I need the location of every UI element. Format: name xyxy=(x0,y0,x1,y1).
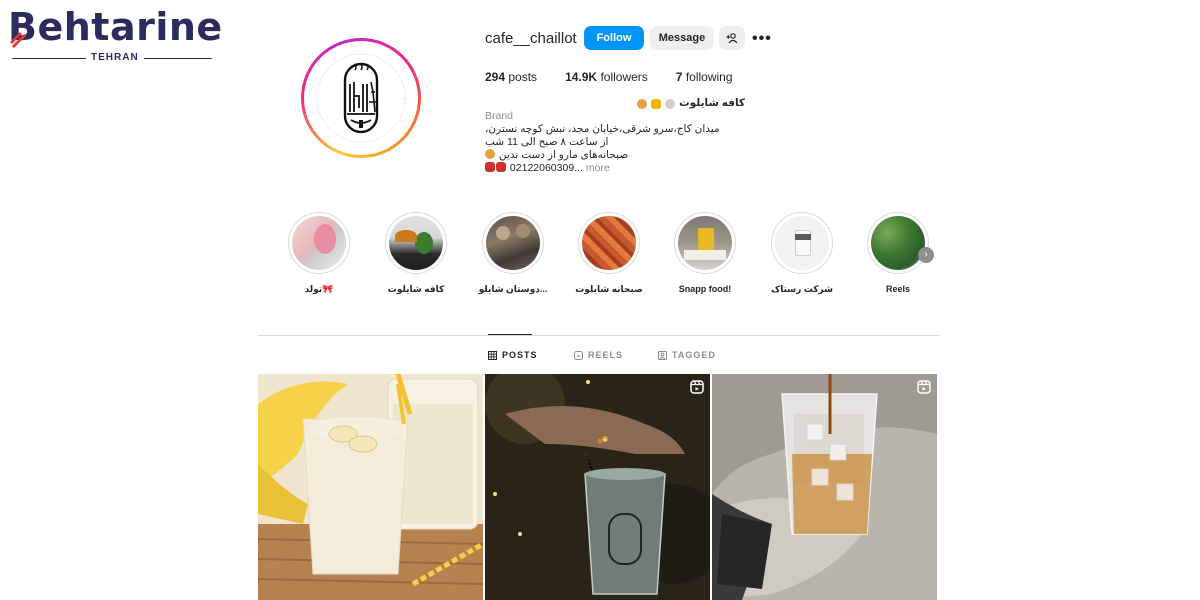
phone-icon xyxy=(496,162,506,172)
highlight-label: صبحانه شایلوت xyxy=(575,284,643,294)
profile-avatar[interactable] xyxy=(301,38,421,158)
highlight-item[interactable]: Snapp food! xyxy=(665,212,745,294)
add-person-button[interactable] xyxy=(719,26,745,50)
highlight-label: Reels xyxy=(885,284,911,294)
highlight-cover xyxy=(775,216,829,270)
bio-category: Brand xyxy=(485,110,514,122)
add-person-icon xyxy=(726,33,738,44)
followers-count[interactable]: 14.9K followers xyxy=(565,70,648,84)
posts-count[interactable]: 294 posts xyxy=(485,70,537,84)
profile-bio: کافه شایلوت Brand میدان کاج،سرو شرقی،خیا… xyxy=(485,97,745,175)
tagged-icon xyxy=(658,350,667,360)
bio-phone-row: 02122060309... more xyxy=(485,162,745,175)
highlight-item[interactable]: کافه شایلوت xyxy=(376,212,456,295)
post-thumbnail[interactable] xyxy=(258,374,483,600)
tabs-divider xyxy=(258,335,940,336)
highlight-cover xyxy=(292,216,346,270)
bio-name: کافه شایلوت xyxy=(679,97,745,109)
tab-posts[interactable]: POSTS xyxy=(488,350,538,360)
reels-icon xyxy=(574,350,583,360)
profile-stats: 294 posts 14.9K followers 7 following xyxy=(485,70,733,84)
watermark-brand: Behtarine xyxy=(8,5,223,49)
highlights-next-button[interactable]: › xyxy=(918,247,934,263)
tab-reels[interactable]: REELS xyxy=(574,350,623,360)
highlight-item[interactable]: تولد🎀 xyxy=(279,212,359,295)
coffee-icon xyxy=(665,98,676,109)
burger-icon xyxy=(637,98,648,109)
highlight-label: دوستان شایلو... xyxy=(478,284,548,294)
more-options-icon[interactable]: ••• xyxy=(752,30,772,48)
bio-name-row: کافه شایلوت xyxy=(485,97,745,110)
highlight-cover xyxy=(389,216,443,270)
follow-button[interactable]: Follow xyxy=(584,26,644,50)
watermark-city: TEHRAN xyxy=(86,52,144,63)
bio-address: میدان کاج،سرو شرقی،خیابان مجد، نبش کوچه … xyxy=(485,123,720,135)
cafe-logo-icon xyxy=(309,46,413,150)
highlight-item[interactable]: دوستان شایلو... xyxy=(473,212,553,295)
highlight-item[interactable]: صبحانه شایلوت xyxy=(569,212,649,295)
iced-coffee-image xyxy=(712,374,937,600)
bio-breakfast-row: صبحانه‌های مارو از دست ندین xyxy=(485,149,745,162)
active-tab-indicator xyxy=(488,334,532,335)
iced-drink-image xyxy=(485,374,710,600)
burger-icon xyxy=(485,149,495,159)
banana-smoothie-image xyxy=(258,374,483,600)
reel-indicator-icon xyxy=(917,380,931,394)
message-button[interactable]: Message xyxy=(650,26,714,50)
bio-hours: از ساعت ۸ صبح الی 11 شب xyxy=(485,136,609,148)
highlight-cover xyxy=(678,216,732,270)
watermark-logo: Behtarine TEHRAN xyxy=(8,6,222,63)
highlight-label: Snapp food! xyxy=(678,284,732,294)
profile-username: cafe__chaillot xyxy=(485,30,577,47)
post-thumbnail[interactable] xyxy=(485,374,710,600)
bio-more-link[interactable]: more xyxy=(586,162,610,174)
flag-stripes-icon xyxy=(10,32,26,48)
trophy-icon xyxy=(651,98,662,109)
bio-breakfast: صبحانه‌های مارو از دست ندین xyxy=(498,149,629,161)
highlight-label: کافه شایلوت xyxy=(387,284,445,294)
following-count[interactable]: 7 following xyxy=(676,70,733,84)
phone-icon xyxy=(485,162,495,172)
post-thumbnail[interactable] xyxy=(712,374,937,600)
tab-tagged[interactable]: TAGGED xyxy=(658,350,716,360)
reel-indicator-icon xyxy=(690,380,704,394)
highlight-label: شرکت رستاک xyxy=(770,284,833,294)
highlight-cover xyxy=(582,216,636,270)
bio-phone: 02122060309... xyxy=(509,162,583,174)
grid-icon xyxy=(488,350,497,360)
highlight-item[interactable]: شرکت رستاک xyxy=(762,212,842,295)
highlight-cover xyxy=(871,216,925,270)
highlight-cover xyxy=(486,216,540,270)
highlight-label: تولد🎀 xyxy=(304,284,334,294)
